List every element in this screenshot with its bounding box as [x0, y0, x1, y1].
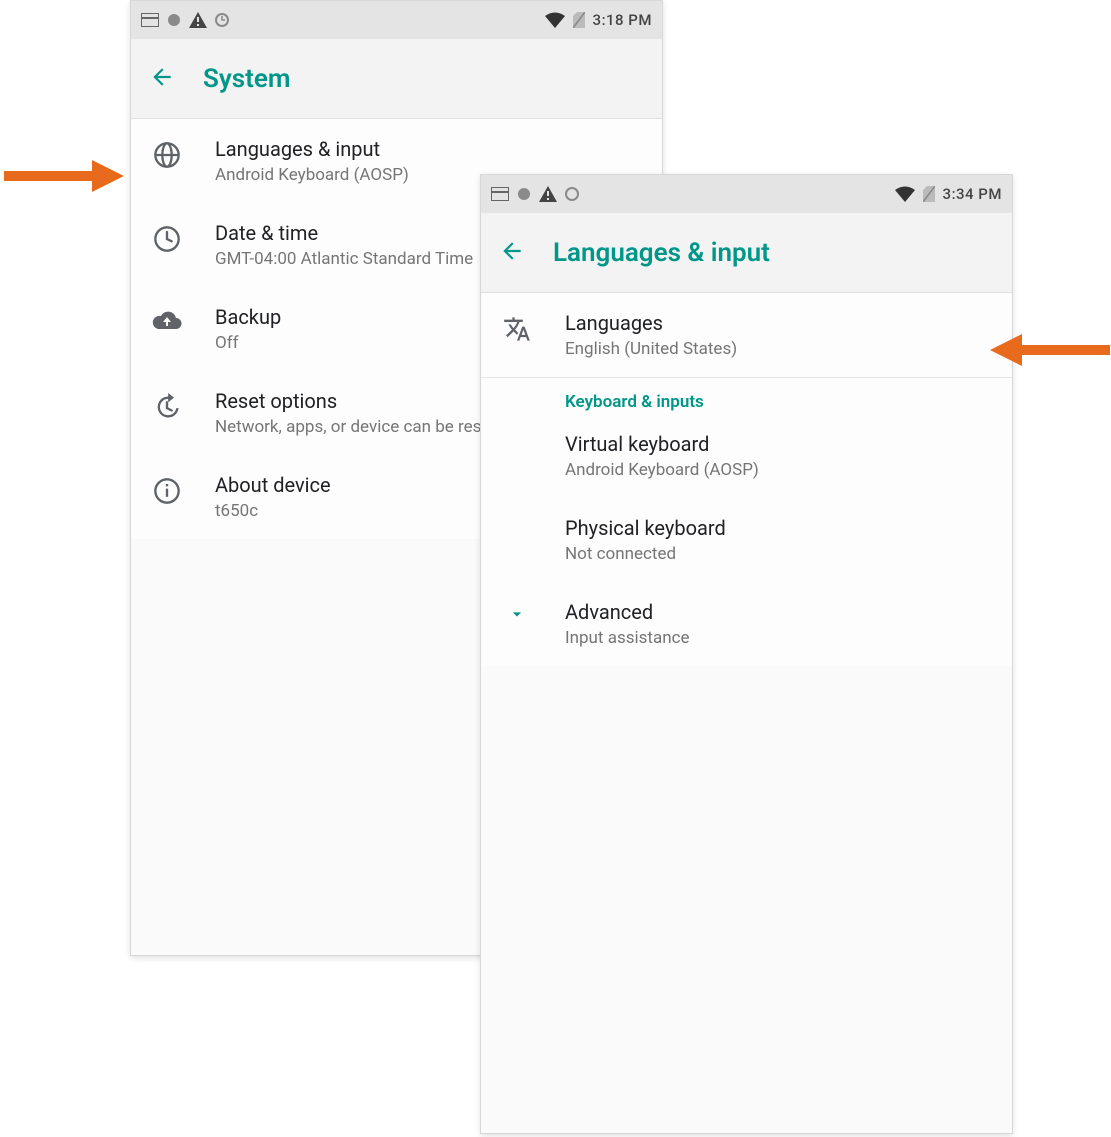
circle-icon: [517, 187, 531, 201]
annotation-arrow-right: [990, 332, 1110, 368]
status-time: 3:34 PM: [943, 185, 1002, 203]
page-title: System: [203, 64, 290, 94]
annotation-arrow-left: [4, 158, 124, 194]
warning-icon: [189, 12, 207, 28]
status-left-icons: [491, 186, 579, 202]
phone-languages-input: 3:34 PM Languages & input Languages Engl…: [480, 174, 1013, 1134]
row-title: Physical keyboard: [565, 516, 994, 540]
row-physical-keyboard[interactable]: Physical keyboard Not connected: [481, 498, 1012, 582]
status-right-icons: 3:18 PM: [545, 11, 652, 29]
sync-icon: [565, 187, 579, 201]
row-subtitle: Not connected: [565, 544, 994, 564]
status-bar: 3:18 PM: [131, 1, 662, 39]
status-right-icons: 3:34 PM: [895, 185, 1002, 203]
row-title: Advanced: [565, 600, 994, 624]
chevron-down-icon: [499, 600, 535, 624]
status-bar: 3:34 PM: [481, 175, 1012, 213]
back-button[interactable]: [149, 64, 175, 94]
settings-list: Languages English (United States) Keyboa…: [481, 293, 1012, 666]
status-time: 3:18 PM: [593, 11, 652, 29]
warning-icon: [539, 186, 557, 202]
translate-icon: [499, 311, 535, 343]
row-title: Virtual keyboard: [565, 432, 994, 456]
sync-icon: [215, 13, 229, 27]
info-icon: [149, 473, 185, 505]
row-title: Languages: [565, 311, 994, 335]
window-icon: [141, 13, 159, 27]
row-advanced[interactable]: Advanced Input assistance: [481, 582, 1012, 666]
sim-icon: [923, 186, 935, 202]
row-subtitle: English (United States): [565, 339, 994, 359]
wifi-icon: [545, 12, 565, 28]
row-subtitle: Android Keyboard (AOSP): [565, 460, 994, 480]
cloud-upload-icon: [149, 305, 185, 331]
restore-icon: [149, 389, 185, 421]
sim-icon: [573, 12, 585, 28]
page-title: Languages & input: [553, 238, 770, 268]
row-virtual-keyboard[interactable]: Virtual keyboard Android Keyboard (AOSP): [481, 422, 1012, 498]
back-button[interactable]: [499, 238, 525, 268]
circle-icon: [167, 13, 181, 27]
clock-icon: [149, 221, 185, 253]
status-left-icons: [141, 12, 229, 28]
wifi-icon: [895, 186, 915, 202]
window-icon: [491, 187, 509, 201]
section-header-keyboard-inputs: Keyboard & inputs: [481, 378, 1012, 422]
app-bar: Languages & input: [481, 213, 1012, 293]
row-subtitle: Input assistance: [565, 628, 994, 648]
app-bar: System: [131, 39, 662, 119]
row-title: Languages & input: [215, 137, 644, 161]
row-languages[interactable]: Languages English (United States): [481, 293, 1012, 377]
globe-icon: [149, 137, 185, 169]
